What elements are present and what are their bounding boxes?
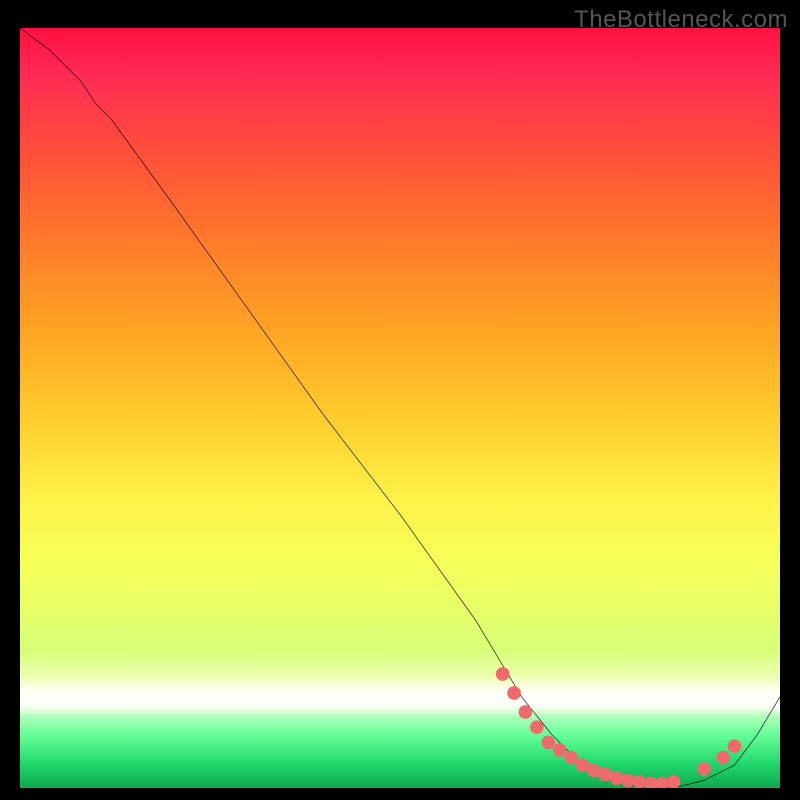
data-point — [716, 751, 730, 765]
data-point — [728, 739, 742, 753]
watermark-text: TheBottleneck.com — [574, 6, 788, 34]
data-point — [610, 771, 624, 785]
chart-frame: TheBottleneck.com — [0, 0, 800, 800]
curve-path — [20, 28, 780, 788]
data-point — [633, 775, 647, 788]
data-point — [530, 720, 544, 734]
data-point — [667, 775, 681, 788]
plot-area — [20, 28, 780, 788]
curve-svg — [20, 28, 780, 788]
data-point — [507, 686, 521, 700]
data-point — [496, 667, 510, 681]
data-markers — [496, 667, 741, 788]
data-point — [553, 743, 567, 757]
data-point — [519, 705, 533, 719]
bottleneck-curve — [20, 28, 780, 788]
data-point — [541, 736, 555, 750]
data-point — [564, 751, 578, 765]
data-point — [697, 762, 711, 776]
